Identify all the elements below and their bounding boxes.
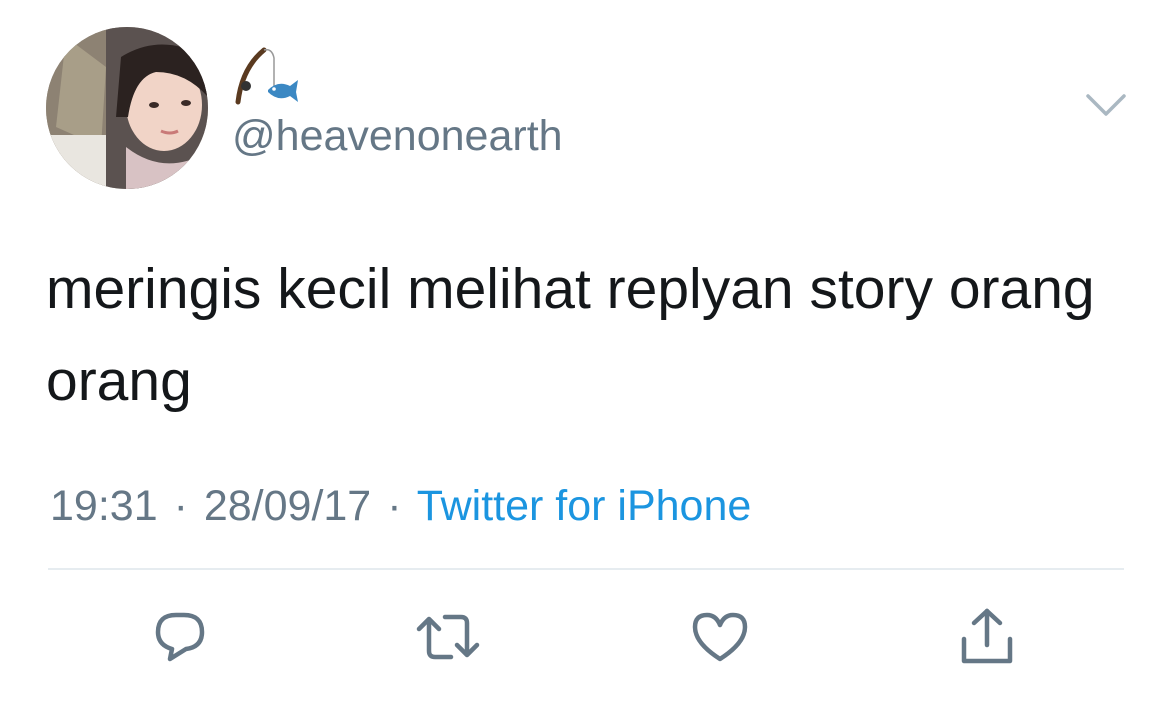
fishing-pole-icon [235,47,298,105]
reply-icon [155,612,205,662]
tweet-text: meringis kecil melihat replyan story ora… [46,257,1095,413]
tweet-source-link[interactable]: Twitter for iPhone [417,482,752,530]
avatar-photo [46,27,208,189]
share-icon [961,608,1013,664]
tweet-card: 🎣🐟 @heavenonearth meringis kecil melihat… [0,0,1170,701]
like-button[interactable] [685,602,755,672]
user-handle[interactable]: @heavenonearth [232,110,563,162]
tweet-meta: 19:31 · 28/09/17 · Twitter for iPhone [50,478,751,534]
tweet-menu-button[interactable] [1084,90,1128,120]
meta-separator: · [387,482,402,530]
tweet-time[interactable]: 19:31 [50,482,158,530]
display-name[interactable]: 🎣🐟 [232,46,302,106]
divider [48,568,1124,570]
retweet-icon [416,614,480,660]
reply-button[interactable] [145,602,215,672]
retweet-button[interactable] [413,602,483,672]
meta-separator: · [173,482,188,530]
avatar[interactable] [46,27,208,189]
heart-icon [692,612,748,662]
chevron-down-icon [1086,94,1126,116]
tweet-date[interactable]: 28/09/17 [204,482,371,530]
share-button[interactable] [952,602,1022,672]
